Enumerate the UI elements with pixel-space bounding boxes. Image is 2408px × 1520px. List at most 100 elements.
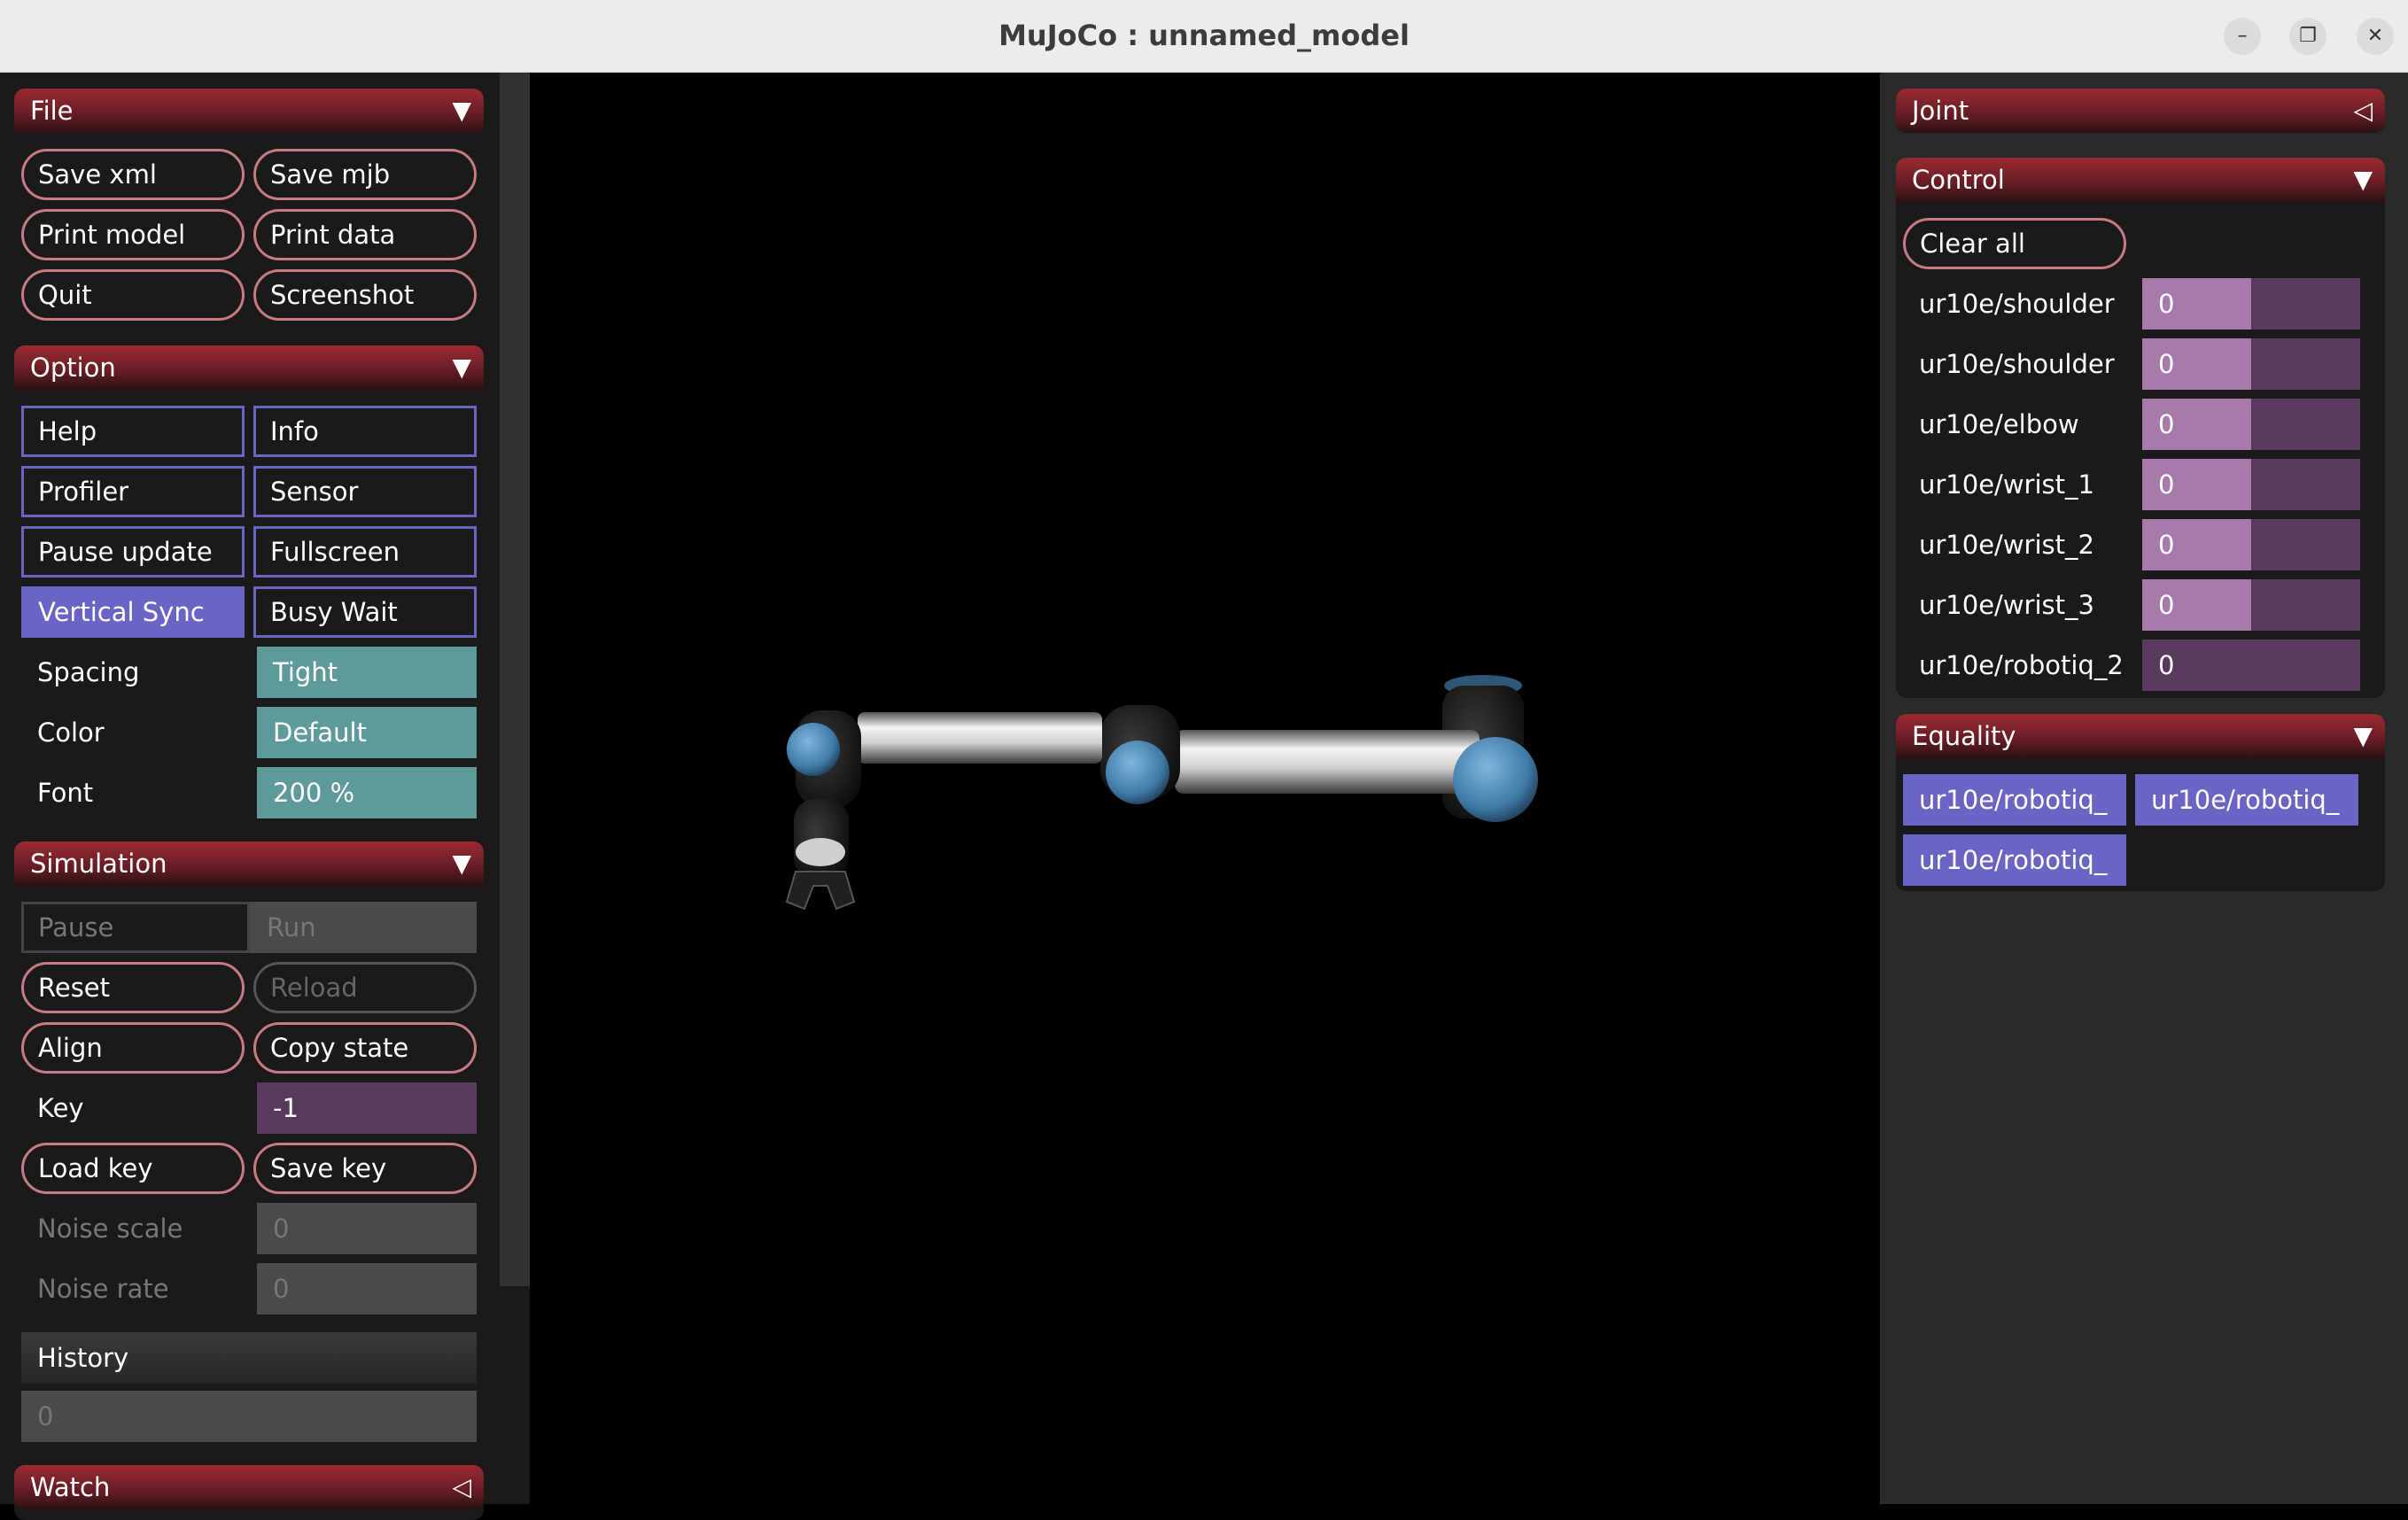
control-slider-shoulder-lift[interactable]: 0: [2142, 338, 2360, 390]
control-label-shoulder-pan: ur10e/shoulder: [1919, 289, 2115, 319]
option-section: Option ▼ Help Info Profiler Sensor Pause…: [14, 345, 484, 829]
noise-rate-label: Noise rate: [37, 1274, 169, 1304]
quit-button[interactable]: Quit: [21, 269, 245, 321]
pause-update-checkbox[interactable]: Pause update: [21, 526, 245, 578]
control-slider-elbow[interactable]: 0: [2142, 399, 2360, 450]
slider-value: 0: [2158, 469, 2175, 500]
3d-viewport[interactable]: [530, 73, 1880, 1504]
left-scrollbar[interactable]: [500, 73, 530, 1286]
vertical-sync-checkbox[interactable]: Vertical Sync: [21, 586, 245, 638]
simulation-title: Simulation: [30, 849, 167, 879]
control-section: Control ▼ Clear all ur10e/shoulder 0 ur1…: [1896, 158, 2385, 698]
noise-scale-label: Noise scale: [37, 1214, 183, 1244]
equality-toggle-3[interactable]: ur10e/robotiq_: [1903, 834, 2126, 886]
slider-value: 0: [2158, 349, 2175, 379]
slider-value: 0: [2158, 530, 2175, 560]
align-button[interactable]: Align: [21, 1022, 245, 1074]
load-key-button[interactable]: Load key: [21, 1143, 245, 1194]
wrist-cap: [787, 723, 840, 776]
control-slider-wrist-2[interactable]: 0: [2142, 519, 2360, 570]
control-title: Control: [1912, 165, 2005, 195]
collapse-arrow-icon: ▼: [2353, 165, 2373, 194]
joint-header[interactable]: Joint ◁: [1896, 89, 2385, 133]
history-label: History: [21, 1332, 477, 1384]
copy-state-button[interactable]: Copy state: [253, 1022, 477, 1074]
robot-arm-render: [785, 675, 1538, 911]
font-select[interactable]: 200 %: [257, 767, 477, 818]
profiler-checkbox[interactable]: Profiler: [21, 466, 245, 517]
busy-wait-checkbox[interactable]: Busy Wait: [253, 586, 477, 638]
slider-value: 0: [2158, 289, 2175, 319]
key-label: Key: [37, 1093, 84, 1123]
control-slider-wrist-3[interactable]: 0: [2142, 579, 2360, 631]
noise-scale-input[interactable]: 0: [257, 1203, 477, 1254]
fullscreen-checkbox[interactable]: Fullscreen: [253, 526, 477, 578]
simulation-header[interactable]: Simulation ▼: [14, 841, 484, 886]
control-slider-wrist-1[interactable]: 0: [2142, 459, 2360, 510]
gripper: [785, 871, 856, 911]
print-data-button[interactable]: Print data: [253, 209, 477, 260]
collapse-arrow-icon: ▼: [2353, 721, 2373, 750]
slider-value: 0: [2158, 650, 2175, 680]
equality-toggle-1[interactable]: ur10e/robotiq_: [1903, 774, 2126, 826]
minimize-icon[interactable]: –: [2224, 18, 2261, 55]
control-slider-gripper[interactable]: 0: [2142, 640, 2360, 691]
control-label-elbow: ur10e/elbow: [1919, 409, 2079, 439]
slider-value: 0: [2158, 409, 2175, 439]
option-header[interactable]: Option ▼: [14, 345, 484, 390]
elbow-cap: [1106, 741, 1169, 804]
control-slider-shoulder-pan[interactable]: 0: [2142, 278, 2360, 330]
save-mjb-button[interactable]: Save mjb: [253, 149, 477, 200]
wrist-ring: [796, 838, 845, 866]
font-label: Font: [37, 778, 94, 808]
print-model-button[interactable]: Print model: [21, 209, 245, 260]
pause-radio[interactable]: Pause: [21, 902, 250, 953]
spacing-select[interactable]: Tight: [257, 647, 477, 698]
equality-header[interactable]: Equality ▼: [1896, 714, 2385, 758]
joint-section: Joint ◁: [1896, 89, 2385, 133]
file-section: File ▼ Save xml Save mjb Print model Pri…: [14, 89, 484, 328]
color-label: Color: [37, 717, 105, 748]
window-title: MuJoCo : unnamed_model: [998, 19, 1410, 52]
expand-arrow-icon: ◁: [2353, 96, 2373, 125]
control-label-wrist-3: ur10e/wrist_3: [1919, 590, 2094, 620]
reload-button[interactable]: Reload: [253, 962, 477, 1013]
info-checkbox[interactable]: Info: [253, 406, 477, 457]
spacing-label: Spacing: [37, 657, 140, 687]
control-label-shoulder-lift: ur10e/shoulder: [1919, 349, 2115, 379]
upper-arm-link: [1175, 730, 1480, 794]
run-radio[interactable]: Run: [250, 902, 477, 953]
restore-icon[interactable]: ❐: [2289, 18, 2326, 55]
reset-button[interactable]: Reset: [21, 962, 245, 1013]
history-slider[interactable]: 0: [21, 1391, 477, 1442]
help-checkbox[interactable]: Help: [21, 406, 245, 457]
control-label-wrist-2: ur10e/wrist_2: [1919, 530, 2094, 560]
save-key-button[interactable]: Save key: [253, 1143, 477, 1194]
equality-title: Equality: [1912, 721, 2016, 751]
sensor-checkbox[interactable]: Sensor: [253, 466, 477, 517]
left-ui-panel: File ▼ Save xml Save mjb Print model Pri…: [0, 73, 530, 1520]
right-ui-panel: Joint ◁ Control ▼ Clear all ur10e/should…: [1880, 73, 2408, 1504]
color-select[interactable]: Default: [257, 707, 477, 758]
control-label-wrist-1: ur10e/wrist_1: [1919, 469, 2094, 500]
save-xml-button[interactable]: Save xml: [21, 149, 245, 200]
joint-title: Joint: [1912, 96, 1969, 126]
collapse-arrow-icon: ▼: [452, 96, 471, 125]
equality-toggle-2[interactable]: ur10e/robotiq_: [2135, 774, 2358, 826]
simulation-section: Simulation ▼ Pause Run Reset Reload Alig…: [14, 841, 484, 1520]
close-icon[interactable]: ✕: [2357, 18, 2394, 55]
control-label-gripper: ur10e/robotiq_2: [1919, 650, 2124, 680]
control-header[interactable]: Control ▼: [1896, 158, 2385, 202]
screenshot-button[interactable]: Screenshot: [253, 269, 477, 321]
key-input[interactable]: -1: [257, 1082, 477, 1134]
title-bar: MuJoCo : unnamed_model – ❐ ✕: [0, 0, 2408, 73]
forearm-link: [858, 712, 1102, 764]
watch-header[interactable]: Watch ◁: [14, 1465, 484, 1509]
equality-section: Equality ▼ ur10e/robotiq_ ur10e/robotiq_…: [1896, 714, 2385, 891]
clear-all-button[interactable]: Clear all: [1903, 218, 2126, 269]
collapse-arrow-icon: ▼: [452, 849, 471, 878]
option-title: Option: [30, 353, 116, 383]
file-header[interactable]: File ▼: [14, 89, 484, 133]
noise-rate-input[interactable]: 0: [257, 1263, 477, 1314]
shoulder-cap: [1453, 737, 1538, 822]
